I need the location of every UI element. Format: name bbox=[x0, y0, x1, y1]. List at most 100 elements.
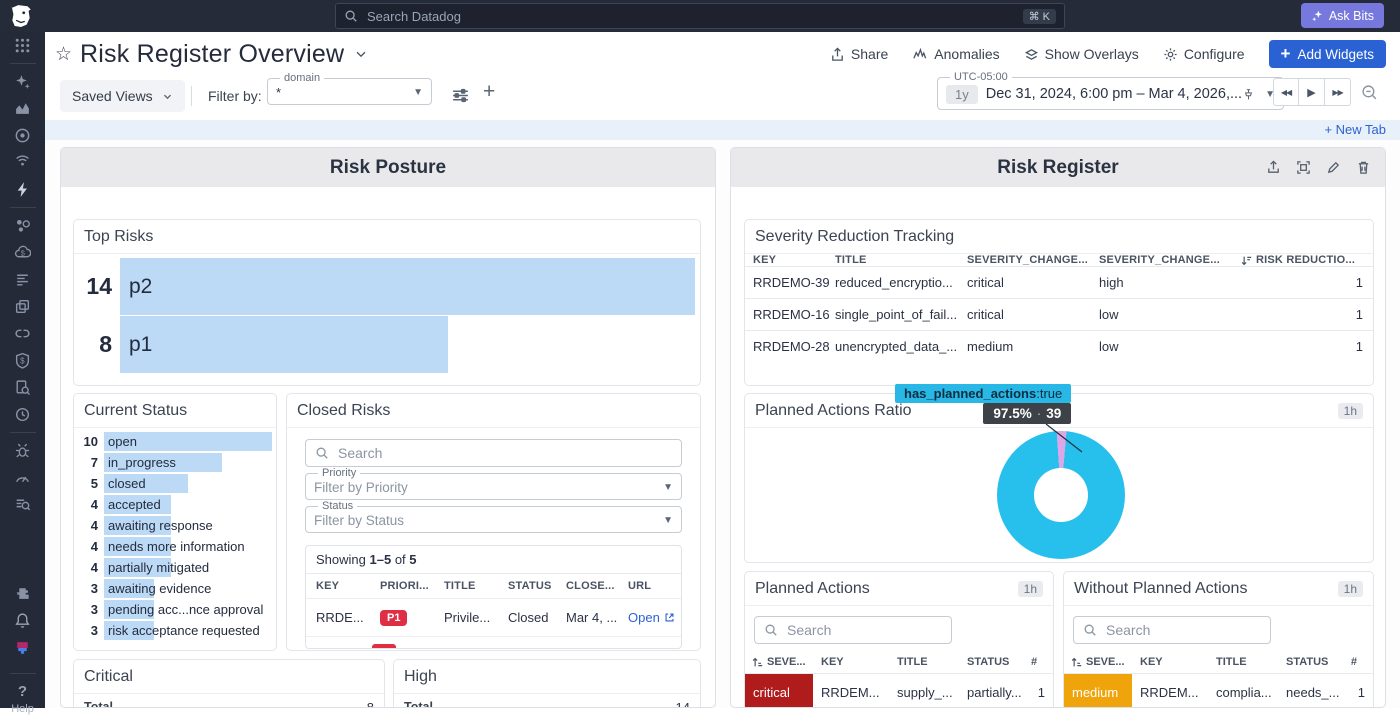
bar-row[interactable]: 4accepted bbox=[74, 494, 272, 515]
caret-down-icon: ▼ bbox=[413, 87, 423, 98]
bar-row[interactable]: 3pending acc...nce approval bbox=[74, 599, 272, 620]
table-row[interactable]: critical RRDEM...supply_...partially...1 bbox=[745, 673, 1053, 708]
share-icon bbox=[830, 47, 845, 62]
planned-actions-search-input[interactable] bbox=[785, 621, 942, 639]
notifications-bell-icon[interactable] bbox=[0, 607, 45, 634]
without-planned-search-input[interactable] bbox=[1104, 621, 1261, 639]
pagination-summary: Showing 1–5 of 5 bbox=[306, 546, 681, 574]
filter-bar: Saved Views Filter by: domain *▼ + UTC-0… bbox=[45, 76, 1400, 120]
bar-row[interactable]: 4partially mitigated bbox=[74, 557, 272, 578]
table-row[interactable]: RRDEMO-28unencrypted_data_...mediumlow1 bbox=[745, 330, 1373, 362]
saved-views-button[interactable]: Saved Views bbox=[60, 80, 185, 112]
widget-planned-actions: Planned Actions 1h SEVE... KEYTITLESTATU… bbox=[744, 571, 1054, 708]
shield-nav-icon[interactable]: $ bbox=[0, 347, 45, 374]
bar-row[interactable]: 14 p2 bbox=[74, 258, 695, 315]
domain-filter-dropdown[interactable]: domain *▼ bbox=[267, 72, 432, 105]
configure-button[interactable]: Configure bbox=[1163, 46, 1245, 62]
ask-bits-button[interactable]: Ask Bits bbox=[1301, 3, 1384, 28]
time-forward-button[interactable]: ▶▶ bbox=[1325, 78, 1351, 106]
sort-desc-icon bbox=[1241, 255, 1252, 266]
bar-row[interactable]: 7in_progress bbox=[74, 452, 272, 473]
monitors-nav-icon[interactable] bbox=[0, 122, 45, 149]
status-filter-dropdown[interactable]: Status Filter by Status▼ bbox=[305, 500, 682, 533]
help-label: Help bbox=[11, 703, 34, 715]
time-range-picker[interactable]: UTC-05:00 1y Dec 31, 2024, 6:00 pm – Mar… bbox=[937, 71, 1284, 110]
anomalies-icon bbox=[912, 47, 928, 62]
bar-row[interactable]: 4awaiting response bbox=[74, 515, 272, 536]
time-back-button[interactable]: ◀◀ bbox=[1273, 78, 1299, 106]
logs-nav-icon[interactable] bbox=[0, 266, 45, 293]
bits-ai-colored-icon[interactable] bbox=[0, 634, 45, 663]
planned-actions-search[interactable] bbox=[754, 616, 952, 644]
closed-risks-search[interactable] bbox=[305, 439, 682, 467]
metrics-nav-icon[interactable] bbox=[0, 95, 45, 122]
search-icon bbox=[344, 9, 358, 23]
apps-grid-icon[interactable] bbox=[0, 32, 45, 59]
table-header-row: SEVE... KEYTITLESTATUS# bbox=[745, 652, 1053, 673]
export-icon[interactable] bbox=[1266, 160, 1281, 175]
bar-row[interactable]: 5closed bbox=[74, 473, 272, 494]
table-row[interactable]: medium RRDEM...complia...needs_...1 bbox=[1064, 673, 1373, 708]
bar-row[interactable]: 8 p1 bbox=[74, 316, 695, 373]
donut-chart[interactable] bbox=[997, 431, 1125, 559]
closed-risks-table: Showing 1–5 of 5 KEYPRIORI...TITLESTATUS… bbox=[305, 545, 682, 649]
global-search-input[interactable] bbox=[365, 8, 1016, 25]
caret-down-icon: ▼ bbox=[663, 515, 673, 526]
table-row[interactable]: RRDE... P1 Privile... Closed Mar 4, ... … bbox=[306, 598, 681, 636]
bar-row[interactable]: 10open bbox=[74, 431, 272, 452]
integrations-puzzle-icon[interactable] bbox=[0, 580, 45, 607]
cloud-cost-nav-icon[interactable]: $ bbox=[0, 239, 45, 266]
table-row[interactable]: RRDEMO-39reduced_encryptio...criticalhig… bbox=[745, 266, 1373, 298]
add-filter-plus-icon[interactable]: + bbox=[483, 80, 495, 104]
help-icon[interactable]: ? bbox=[0, 678, 45, 705]
open-link[interactable]: Open bbox=[628, 610, 675, 625]
windows-nav-icon[interactable] bbox=[0, 293, 45, 320]
widget-without-planned-actions: Without Planned Actions 1h SEVE... KEYTI… bbox=[1063, 571, 1374, 708]
widget-severity-reduction: Severity Reduction Tracking KEY TITLE SE… bbox=[744, 219, 1374, 386]
without-planned-search[interactable] bbox=[1073, 616, 1271, 644]
gauge-nav-icon[interactable] bbox=[0, 464, 45, 491]
share-button[interactable]: Share bbox=[830, 46, 888, 62]
plus-icon: + bbox=[1281, 44, 1291, 64]
group-risk-posture-header[interactable]: Risk Posture bbox=[61, 148, 715, 187]
edit-pencil-icon[interactable] bbox=[1326, 160, 1341, 175]
service-map-nav-icon[interactable] bbox=[0, 212, 45, 239]
pin-icon[interactable] bbox=[1242, 88, 1255, 101]
bar-row[interactable]: 3risk acceptance requested bbox=[74, 620, 272, 641]
table-row[interactable]: RRDEMO-16single_point_of_fail...critical… bbox=[745, 298, 1373, 330]
radar-nav-icon[interactable] bbox=[0, 149, 45, 176]
new-tab-button[interactable]: + New Tab bbox=[1324, 122, 1386, 137]
lightning-nav-icon[interactable] bbox=[0, 176, 45, 203]
title-chevron-down-icon[interactable] bbox=[354, 47, 368, 61]
closed-risks-search-input[interactable] bbox=[336, 444, 672, 462]
widget-closed-risks: Closed Risks Priority Filter by Priority… bbox=[286, 393, 701, 651]
search-lines-nav-icon[interactable] bbox=[0, 491, 45, 518]
anomalies-button[interactable]: Anomalies bbox=[912, 46, 999, 62]
bar: p1 bbox=[120, 316, 448, 373]
widget-title: Top Risks bbox=[74, 220, 700, 254]
doc-search-nav-icon[interactable] bbox=[0, 374, 45, 401]
add-widgets-button[interactable]: + Add Widgets bbox=[1269, 40, 1386, 68]
group-risk-register-header[interactable]: Risk Register bbox=[731, 148, 1385, 187]
dashboard-canvas: Risk Posture Top Risks 14 p2 8 p1 Curren… bbox=[45, 140, 1400, 708]
quick-range-chip[interactable]: 1y bbox=[946, 85, 978, 104]
time-play-button[interactable]: ▶ bbox=[1299, 78, 1325, 106]
favorite-star-icon[interactable]: ☆ bbox=[55, 43, 72, 66]
clock-nav-icon[interactable] bbox=[0, 401, 45, 428]
trash-icon[interactable] bbox=[1356, 160, 1371, 175]
bug-nav-icon[interactable] bbox=[0, 437, 45, 464]
refresh-interval-badge: 1h bbox=[1018, 581, 1043, 597]
filter-settings-sliders-icon[interactable] bbox=[451, 86, 470, 105]
global-search[interactable]: ⌘ K bbox=[335, 3, 1065, 29]
bar-row[interactable]: 3awaiting evidence bbox=[74, 578, 272, 599]
sparkles-nav-icon[interactable] bbox=[0, 68, 45, 95]
table-header-row: SEVE... KEYTITLESTATUS# bbox=[1064, 652, 1373, 673]
priority-filter-dropdown[interactable]: Priority Filter by Priority▼ bbox=[305, 467, 682, 500]
link-nav-icon[interactable] bbox=[0, 320, 45, 347]
zoom-out-icon[interactable] bbox=[1361, 84, 1378, 101]
show-overlays-button[interactable]: Show Overlays bbox=[1024, 46, 1139, 62]
filter-by-label: Filter by: bbox=[208, 88, 262, 104]
bar-row[interactable]: 4needs more information bbox=[74, 536, 272, 557]
datadog-logo-icon[interactable] bbox=[8, 3, 34, 29]
copy-frame-icon[interactable] bbox=[1296, 160, 1311, 175]
